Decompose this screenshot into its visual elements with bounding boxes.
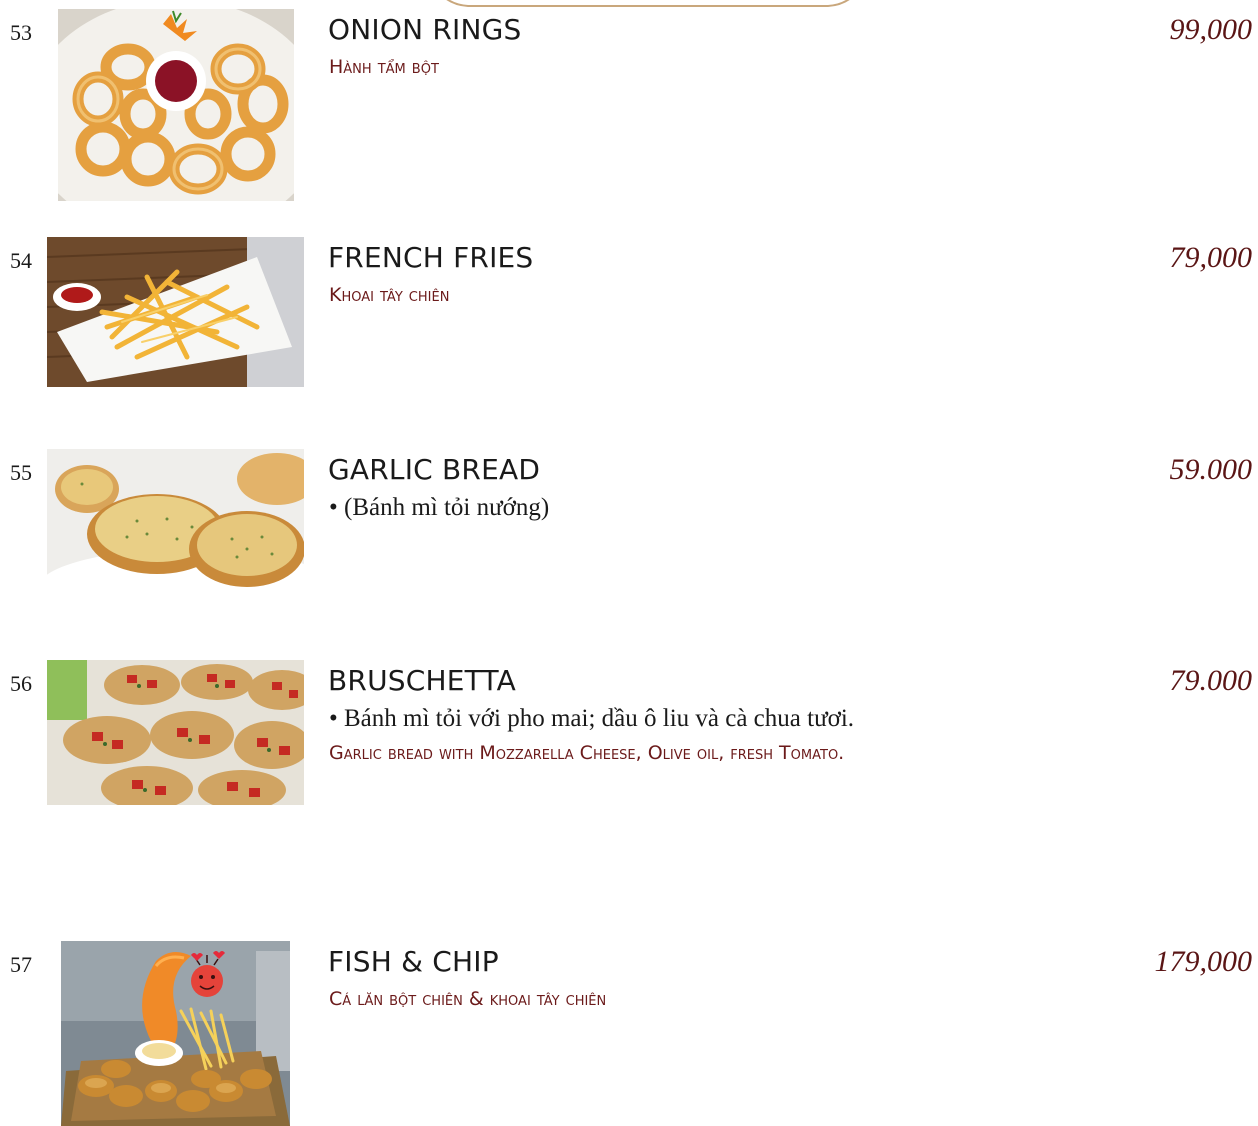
menu-item-fish-and-chip: 57 FISH & CHIP Cá lăn bột chiên & khoai …	[0, 0, 1258, 1126]
item-name: FISH & CHIP	[328, 945, 499, 978]
item-subtitle: Cá lăn bột chiên & khoai tây chiên	[329, 988, 607, 1010]
item-price: 179,000	[1154, 945, 1253, 978]
fish-and-chips-photo	[61, 941, 290, 1126]
item-number: 57	[10, 952, 32, 977]
